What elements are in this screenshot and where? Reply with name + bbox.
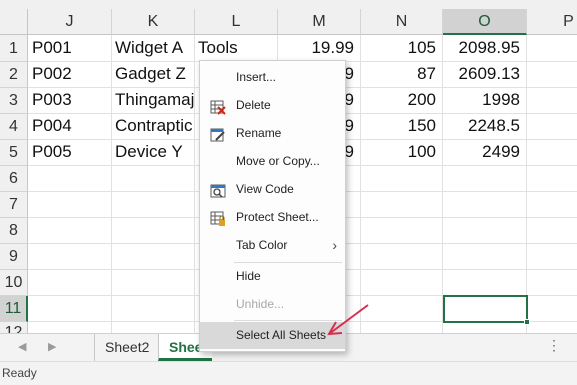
column-header-m[interactable]: M — [278, 9, 361, 35]
menu-item-move-copy[interactable]: Move or Copy... — [200, 148, 345, 175]
cell-o1[interactable]: 2098.95 — [442, 35, 526, 61]
cell-n4[interactable]: 150 — [360, 113, 442, 139]
row-header-5[interactable]: 5 — [0, 140, 28, 166]
sheet-tab-sheet2[interactable]: Sheet2 — [94, 334, 159, 361]
menu-item-label: Unhide... — [236, 297, 285, 311]
cell-k1[interactable]: Widget A — [111, 35, 194, 61]
chevron-right-icon: › — [332, 237, 337, 253]
protect-sheet-icon — [210, 210, 226, 226]
cell-j3[interactable]: P003 — [28, 87, 111, 113]
cell-k2[interactable]: Gadget Z — [111, 61, 194, 87]
scroll-tabs-right-icon[interactable]: ▶ — [48, 340, 56, 353]
delete-sheet-icon — [210, 98, 226, 115]
menu-item-label: Hide — [236, 269, 261, 283]
menu-item-view-code[interactable]: View Code — [200, 176, 345, 203]
column-header-o[interactable]: O — [443, 9, 527, 35]
menu-item-unhide: Unhide... — [200, 291, 345, 318]
row-header-3[interactable]: 3 — [0, 88, 28, 114]
menu-separator — [234, 320, 342, 321]
column-header-p[interactable]: P — [527, 9, 577, 35]
menu-item-insert[interactable]: Insert... — [200, 64, 345, 91]
cell-n1[interactable]: 105 — [360, 35, 442, 61]
column-header-n[interactable]: N — [361, 9, 443, 35]
menu-item-label: Protect Sheet... — [236, 210, 319, 224]
row-header-10[interactable]: 10 — [0, 270, 28, 296]
cell-o5[interactable]: 2499 — [442, 139, 526, 165]
menu-item-label: Select All Sheets — [236, 328, 327, 342]
cell-o2[interactable]: 2609.13 — [442, 61, 526, 87]
row-header-9[interactable]: 9 — [0, 244, 28, 270]
cell-j1[interactable]: P001 — [28, 35, 111, 61]
row-header-6[interactable]: 6 — [0, 166, 28, 192]
cell-j2[interactable]: P002 — [28, 61, 111, 87]
active-cell-o11[interactable] — [443, 295, 530, 325]
status-bar: Ready — [0, 361, 577, 385]
more-tabs-icon[interactable]: ⋮ — [547, 337, 561, 354]
column-header-j[interactable]: J — [28, 9, 112, 35]
menu-item-rename[interactable]: Rename — [200, 120, 345, 147]
cell-j5[interactable]: P005 — [28, 139, 111, 165]
menu-item-label: Tab Color — [236, 238, 288, 252]
cell-k4[interactable]: Contraptic — [111, 113, 194, 139]
menu-item-label: Move or Copy... — [236, 154, 320, 168]
menu-item-label: Rename — [236, 126, 282, 140]
view-code-icon — [210, 182, 226, 198]
select-all-corner[interactable] — [0, 9, 28, 35]
menu-item-hide[interactable]: Hide — [200, 263, 345, 290]
scroll-tabs-left-icon[interactable]: ◀ — [18, 340, 26, 353]
row-header-2[interactable]: 2 — [0, 62, 28, 88]
menu-item-label: Insert... — [236, 70, 277, 84]
menu-item-label: View Code — [236, 182, 294, 196]
menu-item-delete[interactable]: Delete — [200, 92, 345, 119]
menu-item-label: Delete — [236, 98, 271, 112]
column-header-l[interactable]: L — [195, 9, 278, 35]
status-text: Ready — [2, 366, 37, 380]
cell-m1[interactable]: 19.99 — [277, 35, 360, 61]
cell-n5[interactable]: 100 — [360, 139, 442, 165]
row-header-1[interactable]: 1 — [0, 35, 28, 62]
menu-item-protect-sheet[interactable]: Protect Sheet... — [200, 204, 345, 231]
cell-o4[interactable]: 2248.5 — [442, 113, 526, 139]
row-header-7[interactable]: 7 — [0, 192, 28, 218]
cell-j4[interactable]: P004 — [28, 113, 111, 139]
cell-o3[interactable]: 1998 — [442, 87, 526, 113]
menu-item-tab-color[interactable]: Tab Color › — [200, 232, 345, 259]
rename-icon — [210, 126, 226, 142]
row-header-4[interactable]: 4 — [0, 114, 28, 140]
row-header-11[interactable]: 11 — [0, 296, 28, 322]
row-header-8[interactable]: 8 — [0, 218, 28, 244]
fill-handle[interactable] — [524, 319, 530, 325]
row-header-12[interactable]: 12 — [0, 322, 28, 333]
column-header-k[interactable]: K — [112, 9, 195, 35]
cell-n3[interactable]: 200 — [360, 87, 442, 113]
cell-n2[interactable]: 87 — [360, 61, 442, 87]
sheet-tab-context-menu: Insert... Delete Rename Move or Copy... … — [199, 60, 346, 352]
cell-k3[interactable]: Thingamaj — [111, 87, 194, 113]
cell-k5[interactable]: Device Y — [111, 139, 194, 165]
cell-l1[interactable]: Tools — [194, 35, 277, 61]
ribbon-edge — [0, 0, 577, 9]
menu-item-select-all-sheets[interactable]: Select All Sheets — [200, 322, 345, 349]
